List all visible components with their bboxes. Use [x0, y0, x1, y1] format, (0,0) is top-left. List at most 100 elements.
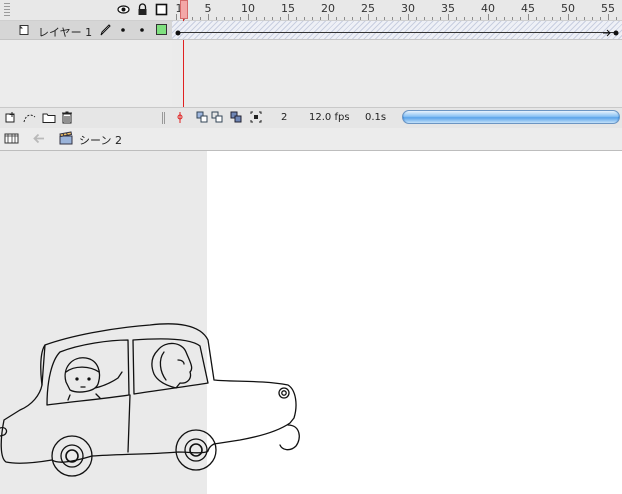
front-window: [46, 339, 130, 406]
frame-number-label: 35: [441, 2, 455, 15]
front-bumper: [0, 426, 8, 437]
ruler-tick: [560, 17, 561, 20]
panel-grip-icon[interactable]: [4, 3, 10, 17]
ruler-tick: [240, 17, 241, 20]
ruler-tick: [496, 17, 497, 20]
ruler-tick: [536, 17, 537, 20]
scrollbar-thumb[interactable]: [404, 111, 618, 123]
ruler-tick: [320, 17, 321, 20]
add-motion-guide-icon[interactable]: [22, 111, 37, 124]
ruler-tick: [512, 17, 513, 20]
ruler-tick: [304, 17, 305, 20]
ruler-tick: [216, 17, 217, 20]
ruler-tick: [296, 17, 297, 20]
ruler-tick: [584, 17, 585, 20]
ruler-tick: [576, 17, 577, 20]
door-seam: [127, 394, 131, 453]
frame-number-label: 10: [241, 2, 255, 15]
frame-number-label: 40: [481, 2, 495, 15]
layer-name: レイヤー 1: [38, 26, 93, 39]
ruler-tick: [312, 17, 313, 20]
lock-icon[interactable]: [136, 3, 149, 16]
ruler-tick: [424, 17, 425, 20]
visibility-dot-icon[interactable]: [120, 27, 126, 33]
ruler-tick: [472, 17, 473, 20]
ruler-tick: [544, 17, 545, 20]
center-frame-icon[interactable]: [175, 111, 185, 124]
ruler-tick: [432, 17, 433, 20]
scene-edit-bar: シーン 2: [0, 128, 622, 151]
ruler-tick: [352, 17, 353, 20]
trash-icon[interactable]: [61, 110, 73, 124]
ruler-tick: [464, 17, 465, 20]
lock-dot-icon[interactable]: [139, 27, 145, 33]
splitter-handle[interactable]: [162, 112, 166, 124]
ruler-tick: [376, 17, 377, 20]
ruler-tick: [360, 17, 361, 20]
passenger-head: [151, 342, 193, 389]
front-wheel: [51, 435, 93, 477]
ruler-tick: [264, 17, 265, 20]
headlight: [278, 387, 290, 399]
ruler-tick: [272, 17, 273, 20]
onion-skin-icon[interactable]: [196, 111, 208, 123]
ruler-tick: [192, 17, 193, 20]
rear-wheel: [175, 429, 217, 471]
ruler-tick: [400, 17, 401, 20]
ruler-tick: [392, 17, 393, 20]
ruler-tick: [456, 17, 457, 20]
ruler-tick: [504, 17, 505, 20]
frame-number-label: 25: [361, 2, 375, 15]
timeline-panel: 1510152025303540455055 レイヤー 1: [0, 0, 622, 128]
ruler-tick: [232, 17, 233, 20]
insert-layer-icon[interactable]: [4, 111, 17, 124]
ruler-tick: [416, 17, 417, 20]
show-hide-eye-icon[interactable]: [117, 3, 130, 16]
frame-number-label: 15: [281, 2, 295, 15]
back-arrow-icon[interactable]: [32, 132, 46, 145]
insert-folder-icon[interactable]: [42, 111, 56, 124]
modify-onion-markers-icon[interactable]: [250, 111, 262, 123]
ruler-tick: [224, 17, 225, 20]
rear-bumper: [279, 424, 300, 451]
scene-name: シーン 2: [79, 134, 122, 147]
tween-arrow-icon: [603, 29, 611, 37]
frame-rate[interactable]: 12.0 fps: [309, 112, 350, 123]
current-frame: 2: [281, 112, 288, 123]
ruler-tick: [480, 17, 481, 20]
frame-number-label: 20: [321, 2, 335, 15]
timeline-toggle-icon[interactable]: [3, 131, 20, 146]
layer-outline-color-icon[interactable]: [156, 24, 167, 35]
ruler-tick: [592, 17, 593, 20]
end-keyframe-icon[interactable]: [612, 29, 620, 37]
frame-ruler[interactable]: 1 5 10 15 20 25 30 35 40 45 50 55: [172, 0, 622, 20]
ruler-tick: [336, 17, 337, 20]
ruler-tick: [520, 17, 521, 20]
outline-square-icon[interactable]: [155, 3, 168, 16]
scene-clapper-icon: [59, 131, 73, 145]
elapsed-time: 0.1s: [365, 112, 387, 123]
frame-number-label: 55: [601, 2, 615, 15]
ruler-tick: [440, 17, 441, 20]
layer-row[interactable]: レイヤー 1: [0, 21, 172, 40]
pencil-icon[interactable]: [98, 23, 112, 37]
frame-number-label: 5: [204, 2, 212, 15]
ruler-tick: [256, 17, 257, 20]
ruler-tick: [200, 17, 201, 20]
ruler-tick: [552, 17, 553, 20]
ruler-tick: [616, 17, 617, 20]
frame-number-label: 45: [521, 2, 535, 15]
ruler-tick: [280, 17, 281, 20]
edit-multiple-frames-icon[interactable]: [230, 111, 242, 123]
timeline-header: 1 5 10 15 20 25 30 35 40 45 50 55: [0, 0, 622, 21]
layer-frames[interactable]: [172, 21, 622, 40]
ruler-tick: [344, 17, 345, 20]
first-keyframe-icon[interactable]: [174, 29, 182, 37]
car-drawing[interactable]: [0, 151, 622, 494]
frame-number-label: 50: [561, 2, 575, 15]
ruler-tick: [600, 17, 601, 20]
onion-skin-outlines-icon[interactable]: [211, 111, 223, 123]
playhead-marker[interactable]: [180, 0, 188, 19]
layer-page-icon: [19, 25, 29, 35]
frame-number-label: 30: [401, 2, 415, 15]
